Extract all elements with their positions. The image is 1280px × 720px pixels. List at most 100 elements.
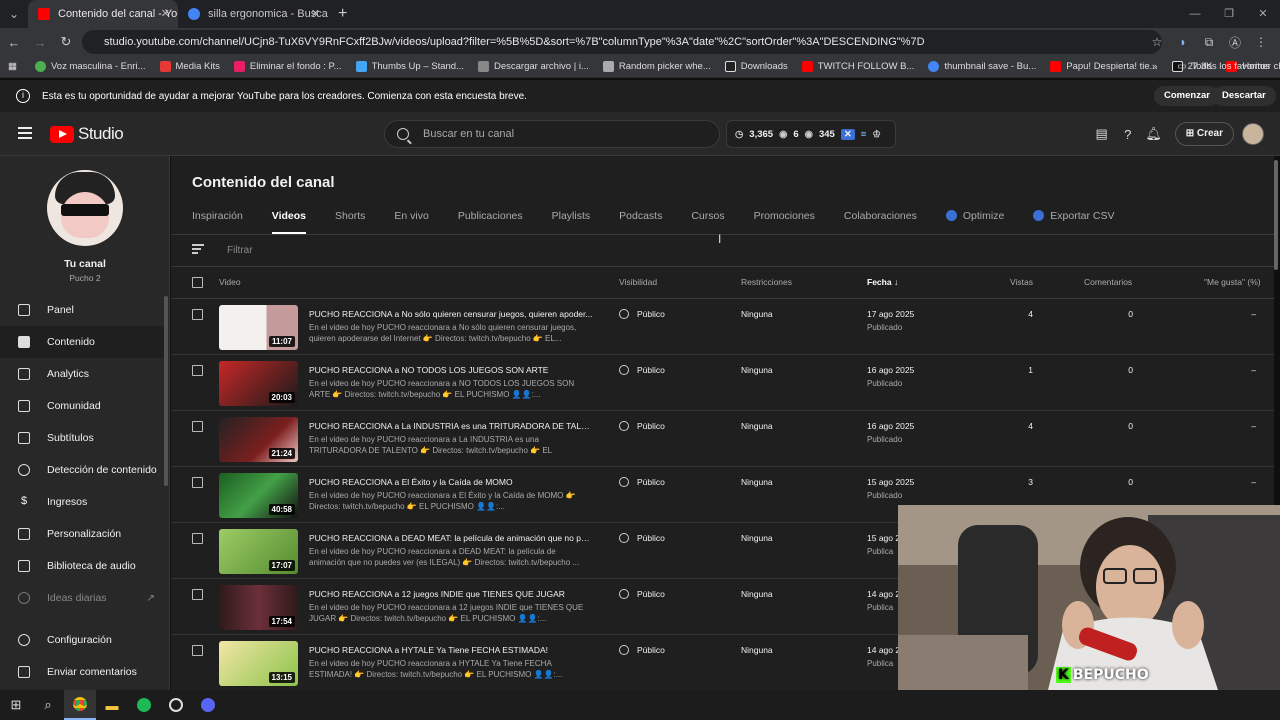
start-survey-button[interactable]: Comenzar (1154, 86, 1220, 106)
app-icon[interactable] (192, 690, 224, 720)
tab-podcasts[interactable]: Podcasts (619, 210, 662, 234)
close-window-icon[interactable]: ✕ (1246, 0, 1280, 28)
menu-dots-icon[interactable]: ⋮ (1248, 35, 1274, 49)
video-thumbnail[interactable]: 17:54 (219, 585, 298, 630)
row-checkbox[interactable] (192, 365, 203, 376)
windows-start-icon[interactable]: ⊞ (0, 690, 32, 720)
row-checkbox[interactable] (192, 533, 203, 544)
bookmark-item[interactable]: Media Kits (159, 61, 220, 72)
spotify-icon[interactable] (128, 690, 160, 720)
bookmark-item[interactable]: Eliminar el fondo : P... (233, 61, 342, 72)
col-date[interactable]: Fecha ↓ (867, 277, 898, 287)
row-checkbox[interactable] (192, 477, 203, 488)
vidiq-icon[interactable]: ✕ (840, 128, 855, 140)
bookmark-star-icon[interactable]: ☆ (1144, 35, 1170, 49)
col-likes[interactable]: "Me gusta" (%) (1204, 277, 1261, 287)
extension-stats-bar[interactable]: ◷ 3,365 ◉ 6 ◉ 345 ✕ ≡ ♔ (726, 120, 896, 148)
col-views[interactable]: Vistas (1010, 277, 1033, 287)
sidebar-item-earn[interactable]: $ Ingresos (0, 486, 165, 518)
visibility-cell[interactable]: Público (619, 645, 665, 655)
tab-shorts[interactable]: Shorts (335, 210, 365, 234)
visibility-cell[interactable]: Público (619, 421, 665, 431)
tab-courses[interactable]: Cursos (691, 210, 724, 234)
sidebar-item-feedback[interactable]: Enviar comentarios (0, 656, 165, 688)
video-title[interactable]: PUCHO REACCIONA a NO TODOS LOS JUEGOS SO… (309, 365, 594, 375)
bookmark-item[interactable]: Downloads (724, 61, 788, 72)
sidebar-item-ideas[interactable]: Ideas diarias ↗ (0, 582, 165, 614)
table-row[interactable]: 20:03 PUCHO REACCIONA a NO TODOS LOS JUE… (171, 355, 1274, 411)
all-bookmarks-link[interactable]: Todos los favoritos (1191, 61, 1270, 72)
video-title[interactable]: PUCHO REACCIONA a HYTALE Ya Tiene FECHA … (309, 645, 594, 655)
visibility-cell[interactable]: Público (619, 589, 665, 599)
row-checkbox[interactable] (192, 421, 203, 432)
url-field[interactable]: studio.youtube.com/channel/UCjn8-TuX6VY9… (82, 30, 1162, 54)
tab-optimize[interactable]: Optimize (945, 210, 1004, 234)
video-thumbnail[interactable]: 20:03 (219, 361, 298, 406)
bookmark-item[interactable]: Thumbs Up – Stand... (355, 61, 464, 72)
table-row[interactable]: 21:24 PUCHO REACCIONA a La INDUSTRIA es … (171, 411, 1274, 467)
sidebar-item-copyright[interactable]: Detección de contenido (0, 454, 165, 486)
tab-collaborations[interactable]: Colaboraciones (844, 210, 917, 234)
sidebar-item-analytics[interactable]: Analytics (0, 358, 165, 390)
channel-search-input[interactable]: Buscar en tu canal (384, 120, 720, 148)
chrome-icon[interactable] (64, 690, 96, 720)
channel-avatar[interactable] (47, 170, 123, 246)
hamburger-menu-icon[interactable] (18, 127, 32, 142)
video-thumbnail[interactable]: 11:07 (219, 305, 298, 350)
tab-list-icon[interactable]: ⌄ (0, 7, 28, 21)
row-checkbox[interactable] (192, 309, 203, 320)
close-tab-icon[interactable]: ✕ (311, 7, 320, 20)
notifications-icon[interactable]: 🔔︎ (1141, 126, 1167, 142)
sidebar-item-content[interactable]: Contenido (0, 326, 165, 358)
visibility-cell[interactable]: Público (619, 365, 665, 375)
col-restrictions[interactable]: Restricciones (741, 277, 792, 287)
video-title[interactable]: PUCHO REACCIONA a El Éxito y la Caída de… (309, 477, 594, 487)
tab-playlists[interactable]: Playlists (552, 210, 591, 234)
bookmark-item[interactable]: Random picker whe... (602, 61, 711, 72)
studio-logo[interactable]: Studio (50, 124, 124, 144)
create-button[interactable]: ⊞ Crear (1174, 122, 1234, 146)
sidebar-item-subtitles[interactable]: Subtítulos (0, 422, 165, 454)
export-csv-button[interactable]: Exportar CSV (1033, 210, 1115, 234)
filter-bar[interactable]: Filtrar (192, 244, 253, 256)
profile-icon[interactable]: Ⓐ (1222, 34, 1248, 51)
browser-tab-youtube[interactable]: Contenido del canal - YouTube ✕ (28, 0, 178, 28)
feedback-icon[interactable]: ▤ (1089, 126, 1115, 142)
table-row[interactable]: 11:07 PUCHO REACCIONA a No sólo quieren … (171, 299, 1274, 355)
select-all-checkbox[interactable] (192, 277, 203, 288)
list-icon[interactable]: ≡ (861, 129, 867, 140)
sidebar-item-panel[interactable]: Panel (0, 294, 165, 326)
video-thumbnail[interactable]: 21:24 (219, 417, 298, 462)
close-tab-icon[interactable]: ✕ (161, 7, 170, 20)
tab-videos[interactable]: Videos (271, 210, 307, 234)
video-title[interactable]: PUCHO REACCIONA a No sólo quieren censur… (309, 309, 594, 319)
video-title[interactable]: PUCHO REACCIONA a La INDUSTRIA es una TR… (309, 421, 594, 431)
file-explorer-icon[interactable]: ▬ (96, 690, 128, 720)
row-checkbox[interactable] (192, 645, 203, 656)
obs-icon[interactable] (160, 690, 192, 720)
main-scrollbar[interactable] (1274, 160, 1278, 270)
sidebar-item-customization[interactable]: Personalización (0, 518, 165, 550)
back-icon[interactable]: ← (2, 35, 26, 50)
visibility-cell[interactable]: Público (619, 477, 665, 487)
restore-icon[interactable]: ❐ (1212, 0, 1246, 28)
account-avatar[interactable] (1242, 123, 1264, 145)
trophy-icon[interactable]: ♔ (872, 129, 881, 140)
video-thumbnail[interactable]: 13:15 (219, 641, 298, 686)
col-comments[interactable]: Comentarios (1084, 277, 1132, 287)
bookmark-item[interactable]: TWITCH FOLLOW B... (801, 61, 914, 72)
row-checkbox[interactable] (192, 589, 203, 600)
visibility-cell[interactable]: Público (619, 533, 665, 543)
forward-icon[interactable]: → (28, 35, 52, 50)
sidebar-scrollbar[interactable] (164, 296, 168, 486)
extension-icon[interactable]: ◗ (1170, 35, 1196, 49)
tab-promotions[interactable]: Promociones (754, 210, 815, 234)
tab-live[interactable]: En vivo (394, 210, 428, 234)
visibility-cell[interactable]: Público (619, 309, 665, 319)
apps-icon[interactable]: ▦ (8, 61, 17, 72)
new-tab-icon[interactable]: + (328, 5, 357, 23)
minimize-icon[interactable]: — (1178, 0, 1212, 28)
reload-icon[interactable]: ↻ (54, 34, 78, 50)
bookmark-item[interactable]: Papu! Despierta! tie... (1050, 61, 1158, 72)
sidebar-item-community[interactable]: Comunidad (0, 390, 165, 422)
